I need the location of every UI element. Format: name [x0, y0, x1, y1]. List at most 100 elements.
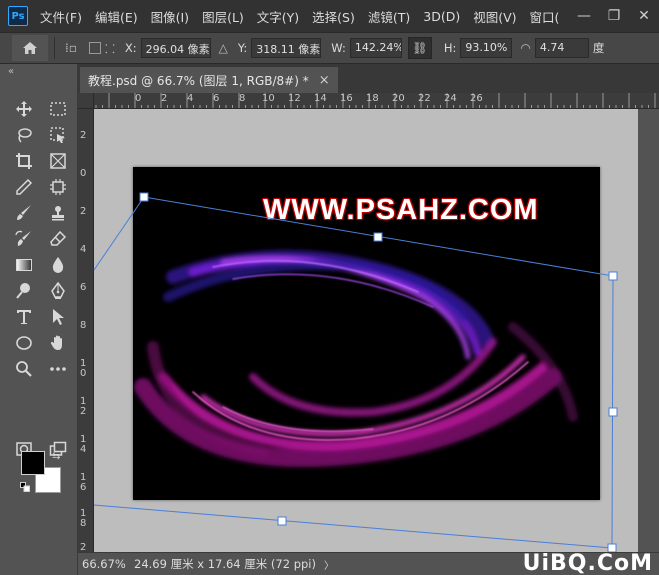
h-label: H:	[443, 41, 457, 55]
more-tools-icon[interactable]	[45, 358, 71, 380]
separator	[54, 37, 55, 59]
angle-unit: 度	[592, 41, 605, 55]
menu-layer[interactable]: 图层(L)	[202, 7, 244, 26]
menu-filter[interactable]: 滤镜(T)	[368, 7, 410, 26]
foreground-color-swatch[interactable]	[21, 451, 45, 475]
width-field[interactable]: 142.24%	[349, 38, 402, 58]
ruler-label: 4	[80, 244, 87, 255]
ruler-label: 6	[213, 93, 220, 104]
close-tab-icon[interactable]: ×	[319, 73, 330, 88]
menu-file[interactable]: 文件(F)	[40, 7, 82, 26]
link-proportions-button[interactable]: ⛓	[407, 37, 432, 59]
horizontal-ruler[interactable]: 0 2 4 6 8 10 12 14 16 18 20 22 24 26	[94, 93, 659, 109]
ruler-label: 0	[135, 93, 142, 104]
ruler-label: 1 4	[80, 434, 87, 455]
ruler-label: 2	[80, 206, 87, 217]
document-tab-bar: 教程.psd @ 66.7% (图层 1, RGB/8#) * ×	[78, 64, 659, 93]
window-controls: — ❐ ✕	[559, 0, 659, 32]
ruler-label: 2	[161, 93, 168, 104]
height-field[interactable]: 93.10%	[460, 38, 513, 58]
lasso-tool-icon[interactable]	[11, 124, 37, 146]
canvas-headline-text: WWW.PSAHZ.COM	[263, 194, 539, 226]
tools-panel: « ⇆	[0, 64, 78, 575]
ruler-label: 14	[314, 93, 327, 104]
document-tab[interactable]: 教程.psd @ 66.7% (图层 1, RGB/8#) * ×	[80, 67, 338, 93]
blur-tool-icon[interactable]	[45, 254, 71, 276]
frame-tool-icon[interactable]	[45, 150, 71, 172]
link-icon: ⛓	[412, 41, 428, 55]
document-canvas[interactable]: WWW.PSAHZ.COM	[133, 167, 600, 500]
path-selection-tool-icon[interactable]	[45, 306, 71, 328]
zoom-tool-icon[interactable]	[11, 358, 37, 380]
eyedropper-tool-icon[interactable]	[11, 176, 37, 198]
ruler-label: 8	[80, 320, 87, 331]
site-watermark: UiBQ.CoM	[522, 551, 653, 575]
ruler-label: 22	[418, 93, 431, 104]
close-window-button[interactable]: ✕	[629, 8, 659, 24]
brush-tool-icon[interactable]	[11, 202, 37, 224]
y-position-field[interactable]: 318.11 像素	[251, 38, 322, 58]
ruler-origin[interactable]	[78, 93, 94, 109]
reference-point-icon[interactable]: ⁞▫	[65, 41, 77, 55]
relative-position-icon[interactable]: △	[219, 41, 228, 55]
ruler-label: 6	[80, 282, 87, 293]
ruler-label: 1 6	[80, 472, 87, 493]
ruler-label: 1 0	[80, 358, 87, 379]
dodge-tool-icon[interactable]	[11, 280, 37, 302]
x-label: X:	[124, 41, 137, 55]
y-label: Y:	[237, 41, 248, 55]
clone-stamp-tool-icon[interactable]	[45, 202, 71, 224]
ellipse-tool-icon[interactable]	[11, 332, 37, 354]
ruler-label: 8	[239, 93, 246, 104]
pen-tool-icon[interactable]	[45, 280, 71, 302]
move-tool-icon[interactable]	[11, 98, 37, 120]
options-bar: ⁞▫ ⸬ X: 296.04 像素 △ Y: 318.11 像素 W: 142.…	[0, 32, 659, 64]
menu-image[interactable]: 图像(I)	[151, 7, 189, 26]
object-selection-tool-icon[interactable]	[45, 124, 71, 146]
gradient-tool-icon[interactable]	[11, 254, 37, 276]
marquee-tool-icon[interactable]	[45, 98, 71, 120]
document-size-info: 24.69 厘米 x 17.64 厘米 (72 ppi)	[134, 557, 316, 571]
ruler-label: 2 0	[80, 542, 87, 553]
document-tab-label: 教程.psd @ 66.7% (图层 1, RGB/8#) *	[88, 73, 309, 88]
reference-grid-icon[interactable]: ⸬	[105, 40, 115, 57]
status-menu-arrow-icon[interactable]: 〉	[324, 557, 334, 572]
screen-mode-icon[interactable]	[45, 438, 71, 460]
type-tool-icon[interactable]	[11, 306, 37, 328]
ruler-label: 18	[366, 93, 379, 104]
ruler-label: 26	[470, 93, 483, 104]
hand-tool-icon[interactable]	[45, 332, 71, 354]
minimize-button[interactable]: —	[569, 8, 599, 24]
eraser-tool-icon[interactable]	[45, 228, 71, 250]
ruler-label: 12	[288, 93, 301, 104]
home-icon	[23, 42, 37, 54]
collapse-panel-icon[interactable]: «	[8, 66, 14, 77]
ruler-label: 10	[262, 93, 275, 104]
menu-type[interactable]: 文字(Y)	[257, 7, 299, 26]
ruler-label: 16	[340, 93, 353, 104]
scroll-area	[638, 109, 659, 552]
crop-tool-icon[interactable]	[11, 150, 37, 172]
x-position-field[interactable]: 296.04 像素	[140, 38, 211, 58]
ruler-label: 20	[392, 93, 405, 104]
home-button[interactable]	[12, 35, 48, 61]
ruler-label: 1 2	[80, 396, 87, 417]
ruler-label: 0	[80, 168, 87, 179]
reference-point-checkbox[interactable]	[88, 42, 101, 54]
ruler-label: 24	[444, 93, 457, 104]
w-label: W:	[331, 41, 346, 55]
menu-3d[interactable]: 3D(D)	[423, 9, 460, 24]
vertical-ruler[interactable]: 2 0 2 4 6 8 1 0 1 2 1 4 1 6 1 8 2 0	[78, 109, 94, 552]
menu-bar: Ps 文件(F) 编辑(E) 图像(I) 图层(L) 文字(Y) 选择(S) 滤…	[0, 0, 659, 32]
ruler-label: 4	[187, 93, 194, 104]
menu-select[interactable]: 选择(S)	[312, 7, 355, 26]
restore-button[interactable]: ❐	[599, 8, 629, 24]
photoshop-logo[interactable]: Ps	[8, 6, 28, 26]
frame-select-tool-icon[interactable]	[45, 176, 71, 198]
menu-edit[interactable]: 编辑(E)	[95, 7, 138, 26]
history-brush-tool-icon[interactable]	[11, 228, 37, 250]
menu-view[interactable]: 视图(V)	[473, 7, 516, 26]
zoom-level-field[interactable]: 66.67%	[82, 557, 126, 571]
default-colors-icon[interactable]	[20, 482, 30, 492]
rotate-angle-field[interactable]: 4.74	[534, 38, 589, 58]
